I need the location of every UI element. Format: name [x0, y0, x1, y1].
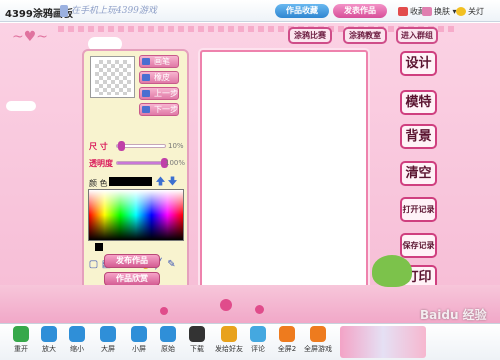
drawing-canvas[interactable] — [200, 50, 368, 306]
current-color-swatch — [109, 177, 152, 186]
game-area: ~♥~ 涂鸦比赛 涂鸦教室 进入群组 画笔 橡皮 上一步 下一步 尺 寸 10%… — [0, 23, 500, 323]
brush-preview — [90, 56, 135, 98]
fullscreen2-icon — [279, 326, 295, 342]
bottom-toolbar: 重开 放大 缩小 大屏 小屏 原始 下载 发给好友 评论 全屏2 全屏游戏 — [0, 323, 500, 360]
large-screen-button[interactable]: 大屏 — [93, 326, 123, 354]
open-record-button[interactable]: 打开记录 — [400, 197, 437, 222]
model-button[interactable]: 模特 — [400, 90, 437, 115]
large-screen-icon — [100, 326, 116, 342]
restart-label: 重开 — [14, 345, 28, 353]
small-screen-label: 小屏 — [132, 345, 146, 353]
collection-button[interactable]: 作品收藏 — [275, 4, 329, 18]
fullscreen2-label: 全屏2 — [277, 345, 297, 353]
opacity-value: 100% — [165, 159, 186, 167]
zoom-out-label: 缩小 — [70, 345, 84, 353]
arrow-up-icon[interactable] — [156, 176, 165, 186]
save-record-button[interactable]: 保存记录 — [400, 233, 437, 258]
undo-label: 上一步 — [154, 89, 178, 98]
arrow-down-icon[interactable] — [168, 176, 177, 186]
zoom-in-label: 放大 — [42, 345, 56, 353]
eraser-label: 橡皮 — [154, 73, 170, 82]
redo-button[interactable]: 下一步 — [139, 103, 179, 116]
tab-contest[interactable]: 涂鸦比赛 — [288, 27, 332, 44]
zoom-in-button[interactable]: 放大 — [34, 326, 64, 354]
tree-decoration — [372, 255, 412, 287]
size-label: 尺 寸 — [89, 142, 108, 151]
mobile-promo-link[interactable]: 在手机上玩4399游戏 — [60, 3, 157, 17]
comment-label: 评论 — [251, 345, 265, 353]
flower-decoration — [220, 299, 232, 311]
small-screen-icon — [131, 326, 147, 342]
redo-icon — [142, 106, 150, 113]
publish-work-button[interactable]: 发布作品 — [104, 254, 160, 268]
zoom-out-button[interactable]: 缩小 — [62, 326, 92, 354]
size-slider-knob[interactable] — [117, 141, 125, 151]
watermark-text: Baidu 经验 — [420, 308, 487, 322]
eraser-icon — [142, 74, 150, 81]
original-size-label: 原始 — [161, 345, 175, 353]
original-size-button[interactable]: 原始 — [153, 326, 183, 354]
redo-label: 下一步 — [154, 105, 178, 114]
selected-color-swatch — [95, 243, 103, 251]
send-friend-label: 发给好友 — [215, 345, 243, 353]
gallery-button[interactable]: 作品欣赏 — [104, 272, 160, 286]
eraser-tool-button[interactable]: 橡皮 — [139, 71, 179, 84]
pen-tool-icon[interactable]: ✎ — [166, 259, 177, 271]
publish-top-button[interactable]: 发表作品 — [333, 4, 387, 18]
opacity-slider[interactable] — [116, 158, 168, 168]
tab-classroom[interactable]: 涂鸦教室 — [343, 27, 387, 44]
mobile-promo-text: 在手机上玩4399游戏 — [71, 6, 157, 16]
size-value: 10% — [168, 142, 184, 150]
skin-label: 换肤 — [434, 7, 450, 16]
small-screen-button[interactable]: 小屏 — [124, 326, 154, 354]
flower-decoration — [255, 305, 264, 314]
zoom-out-icon — [69, 326, 85, 342]
cloud-decoration — [6, 101, 36, 111]
fullscreen-game-button[interactable]: 全屏游戏 — [300, 326, 336, 354]
design-button[interactable]: 设计 — [400, 51, 437, 76]
brush-icon — [142, 58, 150, 65]
skin-button[interactable]: 换肤 ▾ — [422, 5, 457, 18]
refresh-icon — [13, 326, 29, 342]
large-screen-label: 大屏 — [101, 345, 115, 353]
color-label: 颜 色 — [89, 179, 108, 188]
phone-download-icon — [189, 326, 205, 342]
tab-enter-group[interactable]: 进入群组 — [396, 27, 438, 44]
send-friend-icon — [221, 326, 237, 342]
zoom-in-icon — [41, 326, 57, 342]
brush-label: 画笔 — [154, 57, 170, 66]
opacity-slider-fill — [117, 162, 165, 164]
top-bar: 4399涂鸦画板 在手机上玩4399游戏 作品收藏 发表作品 收藏 换肤 ▾ 关… — [0, 0, 500, 22]
rectangle-select-icon[interactable]: ▢ — [88, 259, 99, 271]
comment-icon — [250, 326, 266, 342]
palette-icon — [422, 7, 432, 16]
brush-tool-button[interactable]: 画笔 — [139, 55, 179, 68]
opacity-label: 透明度 — [89, 159, 113, 168]
download-button[interactable]: 下载 — [182, 326, 212, 354]
send-friend-button[interactable]: 发给好友 — [212, 326, 246, 354]
fullscreen2-button[interactable]: 全屏2 — [272, 326, 302, 354]
clear-button[interactable]: 清空 — [400, 161, 437, 186]
size-slider[interactable] — [116, 141, 166, 151]
phone-icon — [60, 4, 68, 17]
lightbulb-icon — [456, 7, 466, 16]
undo-button[interactable]: 上一步 — [139, 87, 179, 100]
flower-decoration — [160, 307, 168, 315]
restart-button[interactable]: 重开 — [6, 326, 36, 354]
fullscreen-game-icon — [310, 326, 326, 342]
comment-button[interactable]: 评论 — [243, 326, 273, 354]
lights-off-label: 关灯 — [468, 7, 484, 16]
heart-icon — [398, 7, 408, 16]
color-picker[interactable] — [88, 189, 184, 241]
download-label: 下载 — [190, 345, 204, 353]
ad-banner[interactable] — [340, 326, 426, 358]
original-size-icon — [160, 326, 176, 342]
lights-off-button[interactable]: 关灯 — [456, 5, 484, 18]
background-button[interactable]: 背景 — [400, 124, 437, 149]
fullscreen-game-label: 全屏游戏 — [304, 345, 332, 353]
decorative-heart: ~♥~ — [12, 29, 49, 45]
undo-icon — [142, 90, 150, 97]
